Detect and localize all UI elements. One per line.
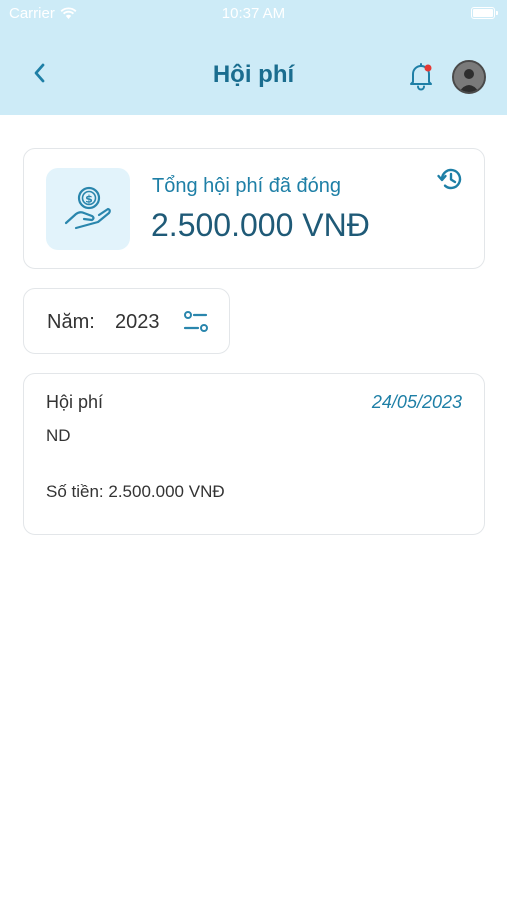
- svg-text:$: $: [85, 193, 93, 206]
- summary-label: Tổng hội phí đã đóng: [152, 175, 342, 197]
- year-label: Năm:: [47, 311, 95, 333]
- record-date: 24/05/2023: [371, 392, 462, 412]
- year-filter[interactable]: Năm: 2023: [23, 288, 230, 354]
- year-value: 2023: [115, 311, 160, 333]
- battery-icon: [471, 7, 498, 19]
- notification-button[interactable]: [405, 60, 437, 92]
- summary-icon-box: $: [46, 168, 130, 250]
- record-amount: Số tiền: 2.500.000 VNĐ: [46, 482, 225, 501]
- user-photo-icon: [454, 62, 484, 92]
- record-note: ND: [46, 426, 71, 445]
- fee-record-card[interactable]: Hội phí 24/05/2023 ND Số tiền: 2.500.000…: [23, 373, 485, 535]
- summary-amount: 2.500.000 VNĐ: [151, 207, 370, 243]
- history-icon: [437, 168, 462, 190]
- history-button[interactable]: [436, 165, 464, 193]
- status-time: 10:37 AM: [221, 5, 286, 22]
- total-fee-card: $ Tổng hội phí đã đóng 2.500.000 VNĐ: [23, 148, 485, 269]
- app-header: Carrier 10:37 AM Hội phí: [0, 0, 507, 115]
- avatar[interactable]: [452, 60, 486, 94]
- filter-sliders-icon: [183, 311, 208, 332]
- notification-dot: [424, 64, 432, 72]
- record-title: Hội phí: [46, 392, 104, 412]
- bell-icon: [410, 63, 432, 91]
- hand-coin-icon: $: [64, 186, 111, 230]
- status-bar: Carrier 10:37 AM: [0, 0, 507, 28]
